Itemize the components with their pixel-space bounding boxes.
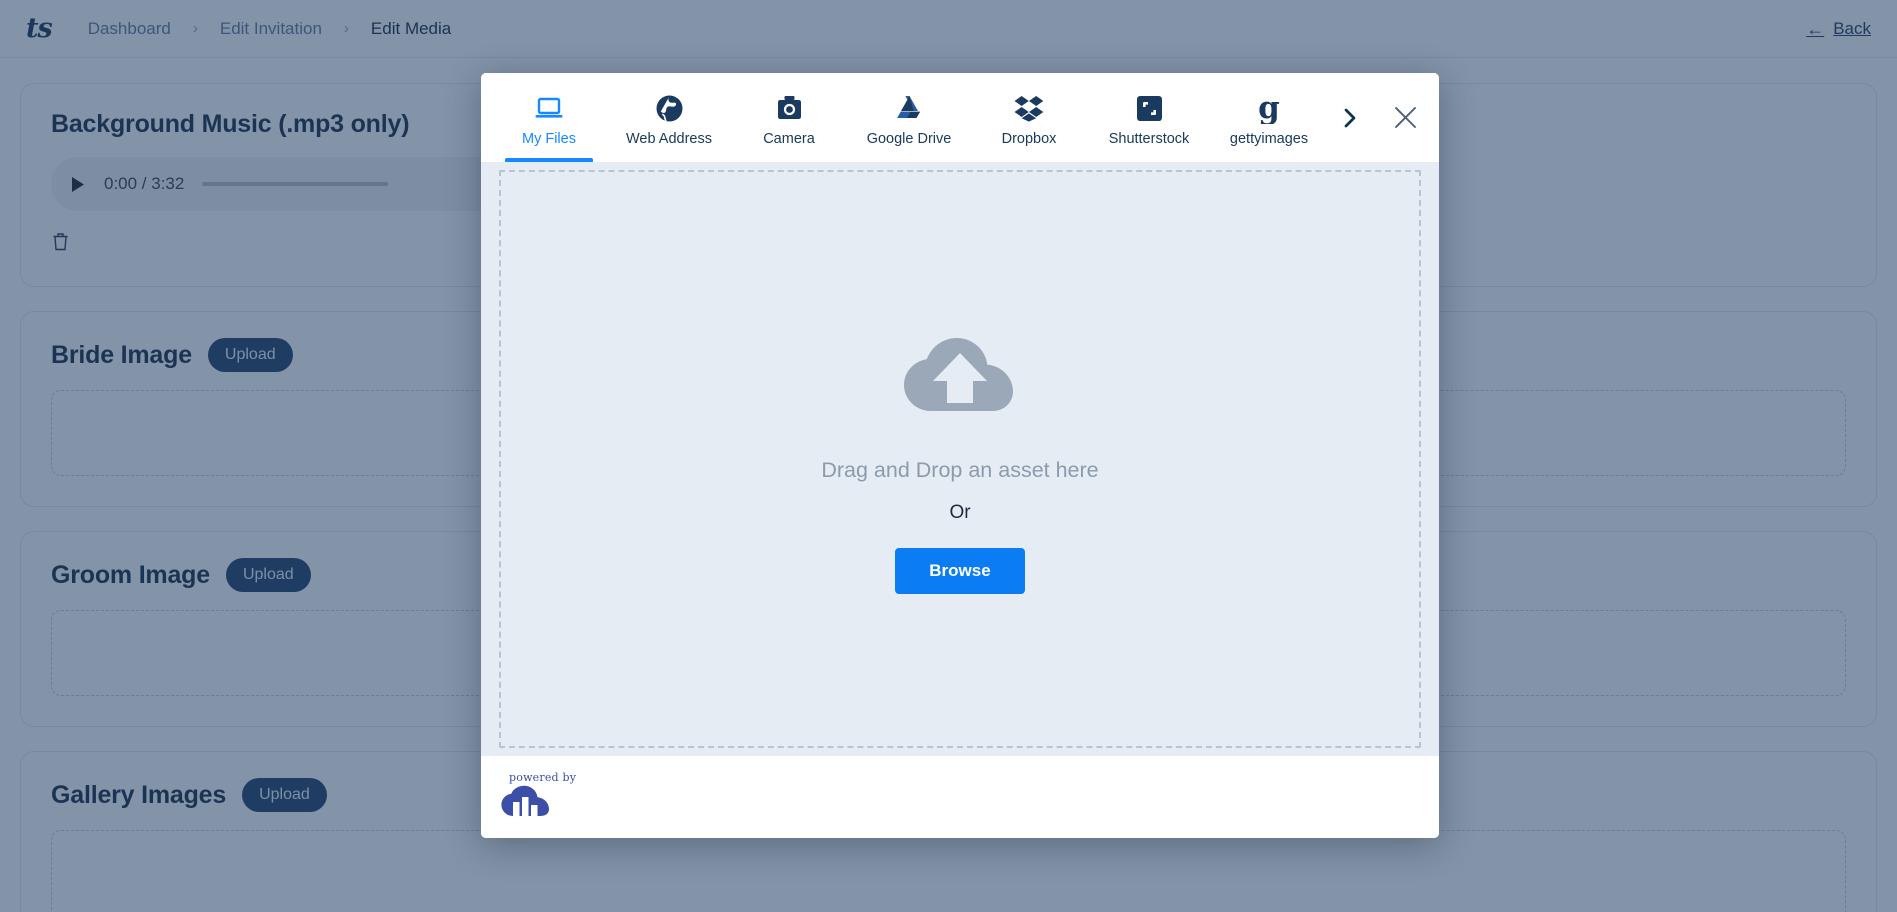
cloud-upload-icon <box>899 325 1021 422</box>
tab-shutterstock[interactable]: Shutterstock <box>1089 73 1209 162</box>
tab-web-address[interactable]: Web Address <box>609 73 729 162</box>
drop-zone[interactable]: Drag and Drop an asset here Or Browse <box>499 170 1421 748</box>
tab-gettyimages[interactable]: g gettyimages <box>1209 73 1329 162</box>
tab-label: Web Address <box>626 131 712 147</box>
tab-label: Shutterstock <box>1108 131 1190 147</box>
powered-by-label: powered by <box>509 770 577 784</box>
shutterstock-icon <box>1136 92 1163 124</box>
tab-label: Camera <box>763 131 815 147</box>
picker-source-tabs: My Files Web Address Camera Google Drive… <box>481 73 1439 162</box>
tab-my-files[interactable]: My Files <box>489 73 609 162</box>
powered-by-block: powered by <box>499 771 576 824</box>
drop-zone-or-text: Or <box>949 501 971 523</box>
browse-button[interactable]: Browse <box>895 547 1025 594</box>
globe-icon <box>655 92 684 124</box>
drop-zone-primary-text: Drag and Drop an asset here <box>821 457 1099 482</box>
svg-text:g: g <box>1258 92 1280 124</box>
tab-label: My Files <box>522 131 576 147</box>
filestack-cloud-icon <box>499 785 551 824</box>
chevron-right-icon[interactable] <box>1329 73 1369 162</box>
laptop-icon <box>535 92 563 124</box>
tab-google-drive[interactable]: Google Drive <box>849 73 969 162</box>
picker-footer: powered by <box>481 756 1439 838</box>
close-icon[interactable] <box>1385 98 1425 138</box>
tab-camera[interactable]: Camera <box>729 73 849 162</box>
google-drive-icon <box>895 92 924 124</box>
dropbox-icon <box>1014 92 1044 124</box>
picker-content-area: Drag and Drop an asset here Or Browse <box>481 162 1439 756</box>
camera-icon <box>776 92 803 124</box>
tab-label: Google Drive <box>866 131 952 147</box>
gettyimages-icon: g <box>1256 92 1282 124</box>
file-picker-modal: My Files Web Address Camera Google Drive… <box>481 73 1439 838</box>
tab-label: Dropbox <box>1001 131 1057 147</box>
tab-label: gettyimages <box>1229 131 1309 147</box>
tab-dropbox[interactable]: Dropbox <box>969 73 1089 162</box>
